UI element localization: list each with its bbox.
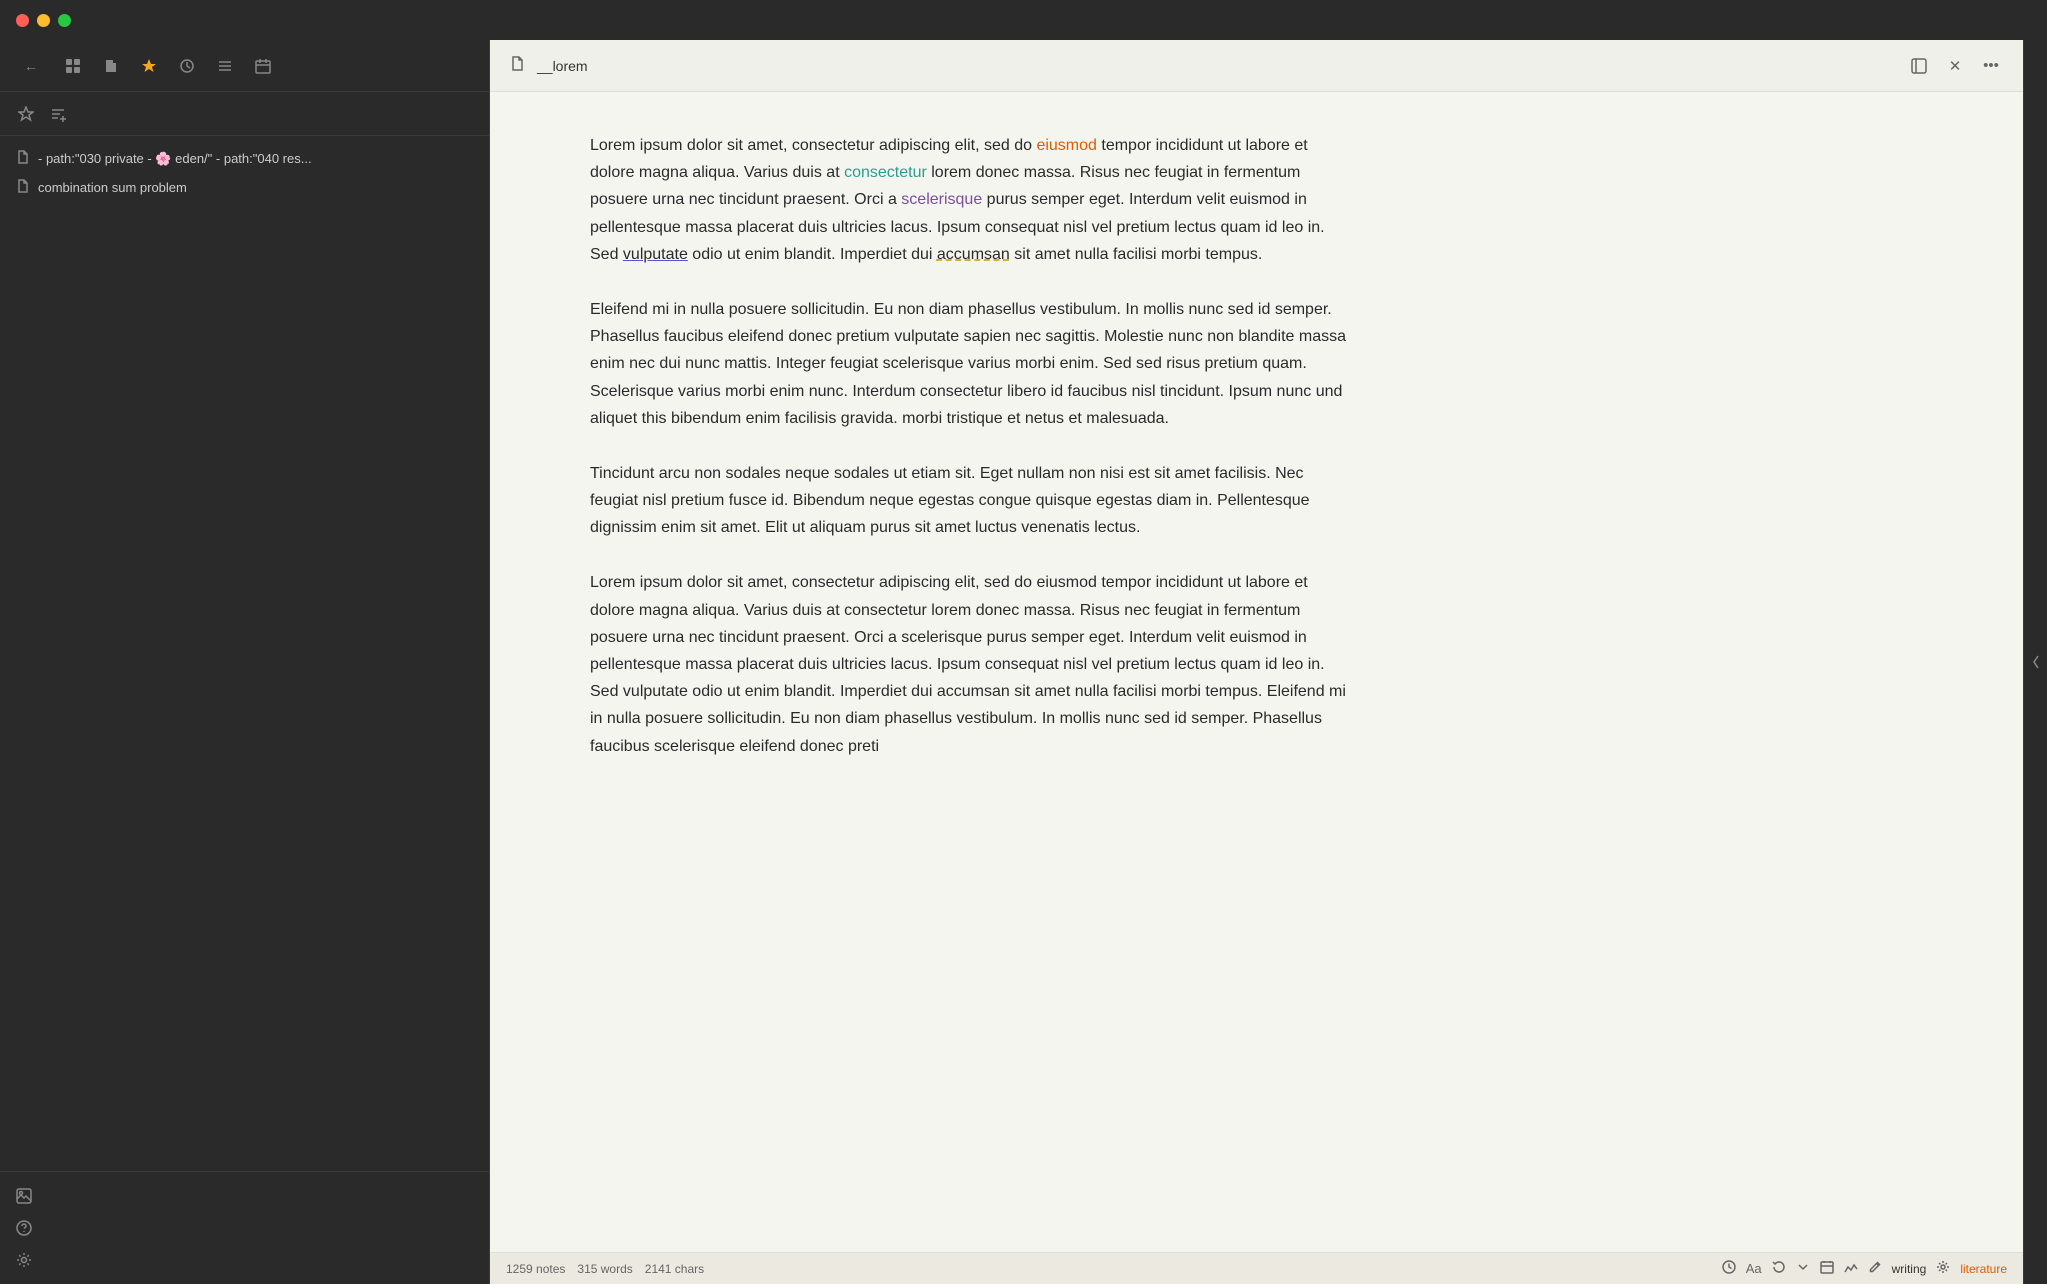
- traffic-lights: [16, 14, 71, 27]
- notes-count: 1259 notes: [506, 1262, 565, 1276]
- image-bottom-icon[interactable]: [0, 1180, 489, 1212]
- doc-header: __lorem ✕ •••: [490, 40, 2023, 92]
- doc-file-icon: [510, 56, 525, 75]
- star-nav-icon[interactable]: [138, 55, 160, 77]
- highlight-vulputate: vulputate: [623, 246, 688, 263]
- paragraph-2: Eleifend mi in nulla posuere sollicitudi…: [590, 296, 1350, 432]
- sidebar-item-label: - path:"030 private - 🌸 eden/" - path:"0…: [38, 151, 312, 167]
- paragraph-3: Tincidunt arcu non sodales neque sodales…: [590, 460, 1350, 542]
- list-add-icon[interactable]: [48, 104, 68, 124]
- list-nav-icon[interactable]: [214, 55, 236, 77]
- status-bar: 1259 notes 315 words 2141 chars Aa: [490, 1252, 2023, 1284]
- highlight-consectetur: consectetur: [844, 164, 927, 181]
- status-bar-right: Aa: [1722, 1260, 2007, 1277]
- highlight-scelerisque: scelerisque: [901, 191, 982, 208]
- sidebar: ←: [0, 40, 490, 1284]
- calendar-nav-icon[interactable]: [252, 55, 274, 77]
- minimize-button[interactable]: [37, 14, 50, 27]
- refresh-icon[interactable]: [1772, 1260, 1786, 1277]
- list-item[interactable]: - path:"030 private - 🌸 eden/" - path:"0…: [0, 144, 489, 173]
- calendar-status-icon[interactable]: [1820, 1260, 1834, 1277]
- sidebar-bottom: [0, 1171, 489, 1284]
- item-doc-icon: [16, 150, 30, 167]
- collapse-sidebar-button[interactable]: [2023, 40, 2047, 1284]
- more-options-button[interactable]: •••: [1979, 54, 2003, 78]
- close-button[interactable]: [16, 14, 29, 27]
- doc-header-actions: ✕ •••: [1907, 54, 2003, 78]
- tag-label[interactable]: literature: [1960, 1262, 2007, 1276]
- main-content: __lorem ✕ ••• Lorem ipsum dolor sit amet…: [490, 40, 2023, 1284]
- app-container: ←: [0, 40, 2047, 1284]
- graph-status-icon[interactable]: [1844, 1260, 1858, 1277]
- star-filter-icon[interactable]: [16, 104, 36, 124]
- highlight-eiusmod: eiusmod: [1036, 137, 1096, 154]
- paragraph-4: Lorem ipsum dolor sit amet, consectetur …: [590, 569, 1350, 759]
- words-count: 315 words: [577, 1262, 632, 1276]
- down-arrow-icon[interactable]: [1796, 1260, 1810, 1277]
- maximize-button[interactable]: [58, 14, 71, 27]
- clock-nav-icon[interactable]: [176, 55, 198, 77]
- help-bottom-icon[interactable]: [0, 1212, 489, 1244]
- close-doc-button[interactable]: ✕: [1943, 54, 1967, 78]
- sidebar-list: - path:"030 private - 🌸 eden/" - path:"0…: [0, 136, 489, 1171]
- highlight-accumsan: accumsan: [937, 246, 1010, 263]
- document-body[interactable]: Lorem ipsum dolor sit amet, consectetur …: [490, 92, 2023, 1252]
- pencil-status-icon[interactable]: [1868, 1260, 1882, 1277]
- document-nav-icon[interactable]: [100, 55, 122, 77]
- grid-view-icon[interactable]: [62, 55, 84, 77]
- sidebar-nav-bar: [0, 92, 489, 136]
- writing-mode-label[interactable]: writing: [1892, 1262, 1927, 1276]
- document-title: __lorem: [537, 58, 1895, 74]
- settings-bottom-icon[interactable]: [0, 1244, 489, 1276]
- sidebar-toolbar: ←: [0, 40, 489, 92]
- gear-status-icon[interactable]: [1936, 1260, 1950, 1277]
- list-item[interactable]: combination sum problem: [0, 173, 489, 202]
- paragraph-1: Lorem ipsum dolor sit amet, consectetur …: [590, 132, 1350, 268]
- sidebar-item-label: combination sum problem: [38, 180, 187, 195]
- titlebar: [0, 0, 2047, 40]
- item-doc-icon: [16, 179, 30, 196]
- status-bar-left: 1259 notes 315 words 2141 chars: [506, 1262, 1710, 1276]
- font-size-icon[interactable]: Aa: [1746, 1261, 1762, 1276]
- sidebar-toggle-button[interactable]: [1907, 54, 1931, 78]
- chars-count: 2141 chars: [645, 1262, 704, 1276]
- back-button[interactable]: ←: [16, 54, 46, 78]
- clock-status-icon[interactable]: [1722, 1260, 1736, 1277]
